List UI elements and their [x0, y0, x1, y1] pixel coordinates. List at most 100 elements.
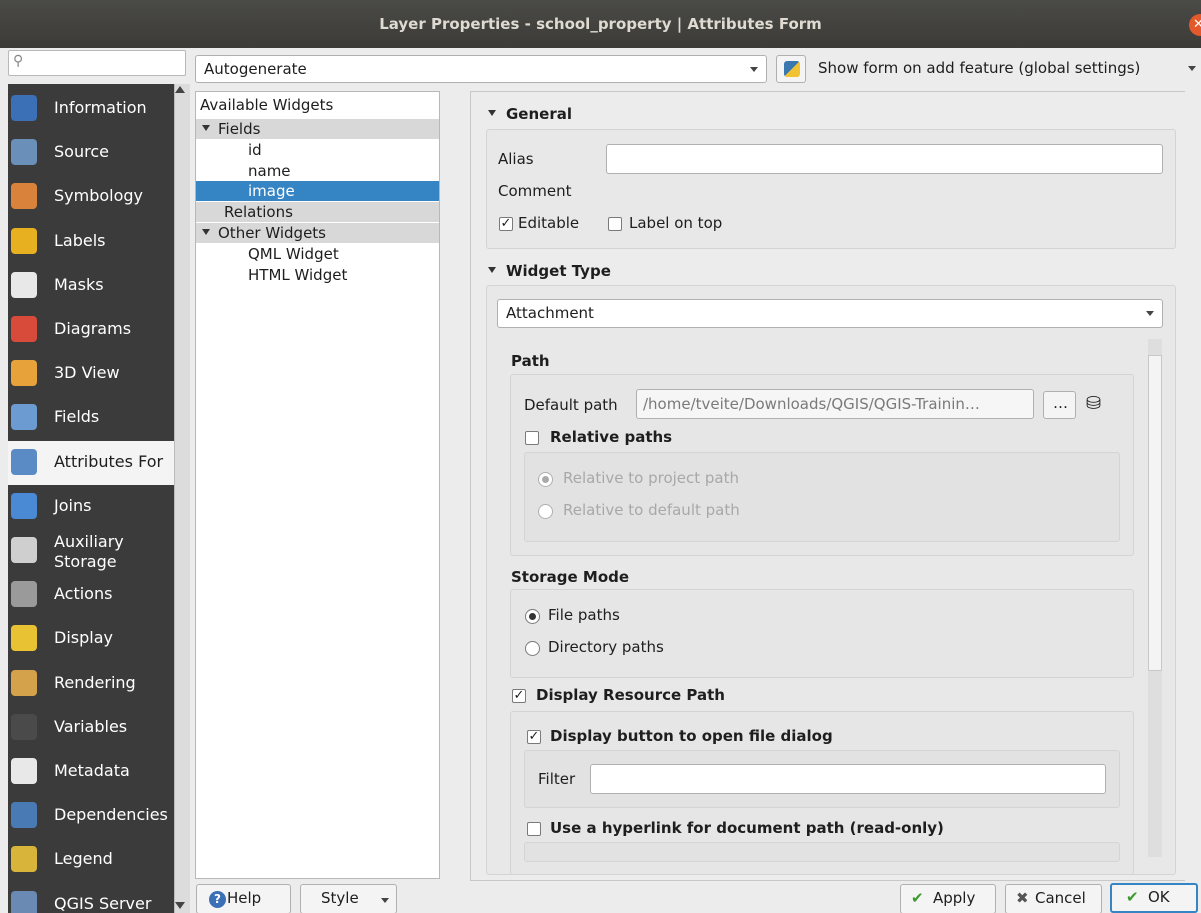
sidebar-item-legend[interactable]: Legend: [8, 838, 174, 882]
alias-input[interactable]: [606, 144, 1163, 174]
sidebar-item-label: Attributes For: [54, 451, 164, 471]
cancel-button[interactable]: ✖ Cancel: [1005, 884, 1102, 913]
general-section-toggle[interactable]: General: [488, 105, 572, 123]
chevron-down-icon: [381, 898, 389, 903]
sidebar-item-display[interactable]: Display: [8, 617, 174, 661]
sidebar-item-rendering[interactable]: Rendering: [8, 662, 174, 706]
storage-mode-group: [510, 589, 1134, 678]
widget-type-section-toggle[interactable]: Widget Type: [488, 262, 611, 280]
relative-project-radio[interactable]: [538, 472, 553, 487]
sidebar-item-actions[interactable]: Actions: [8, 573, 174, 617]
help-button[interactable]: ? Help: [196, 884, 291, 913]
sidebar-item-label: Display: [54, 628, 113, 648]
auxiliary-storage-icon: [11, 537, 37, 563]
sidebar-item-qgis-server[interactable]: QGIS Server: [8, 883, 174, 913]
directory-paths-radio[interactable]: [525, 641, 540, 656]
widget-type-combo[interactable]: Attachment: [497, 299, 1163, 328]
layout-mode-combo[interactable]: Autogenerate: [195, 55, 767, 83]
help-icon: ?: [209, 891, 226, 908]
ok-button[interactable]: ✔ OK: [1110, 883, 1198, 913]
hyperlink-group: [524, 842, 1120, 862]
collapse-arrow-icon[interactable]: [488, 266, 496, 273]
scrollbar-thumb[interactable]: [1148, 355, 1162, 671]
sidebar-item-label: Rendering: [54, 672, 136, 692]
sidebar-item-joins[interactable]: Joins: [8, 485, 174, 529]
display-button-label: Display button to open file dialog: [550, 727, 833, 745]
label-on-top-checkbox[interactable]: [608, 217, 622, 231]
sidebar-item-attributes-form[interactable]: Attributes For: [8, 440, 174, 485]
collapse-arrow-icon[interactable]: [488, 109, 496, 116]
panel-splitter[interactable]: [460, 91, 470, 881]
editable-checkbox[interactable]: ✓: [499, 217, 513, 231]
sidebar-item-label-line1: Auxiliary: [54, 532, 124, 551]
sidebar-scrollbar[interactable]: [174, 84, 190, 913]
sidebar-item-label: Diagrams: [54, 319, 132, 338]
python-icon: [784, 61, 800, 77]
sidebar-item-label: Auxiliary Storage: [54, 532, 124, 572]
style-button[interactable]: Style: [300, 884, 397, 913]
sidebar-item-dependencies[interactable]: Dependencies: [8, 794, 174, 838]
relative-default-radio[interactable]: [538, 504, 553, 519]
ok-label: OK: [1148, 888, 1170, 906]
apply-button[interactable]: ✔ Apply: [900, 884, 996, 913]
editable-label: Editable: [518, 214, 580, 232]
python-init-button[interactable]: [776, 55, 806, 83]
sidebar-item-auxiliary-storage[interactable]: Auxiliary Storage: [8, 529, 174, 573]
qgis-server-icon: [11, 890, 37, 913]
sidebar-item-label: Symbology: [54, 186, 144, 206]
tree-group-relations[interactable]: Relations: [196, 202, 439, 222]
expand-arrow-icon[interactable]: [202, 228, 210, 235]
sidebar-item-variables[interactable]: Variables: [8, 706, 174, 750]
tree-item-name[interactable]: name: [248, 161, 291, 181]
hyperlink-checkbox[interactable]: [527, 822, 541, 836]
path-heading: Path: [511, 352, 550, 370]
sidebar-search-input[interactable]: ⚲: [8, 50, 186, 76]
expand-arrow-icon[interactable]: [202, 124, 210, 131]
sidebar-item-diagrams[interactable]: Diagrams: [8, 308, 174, 352]
config-scrollbar[interactable]: [1185, 91, 1201, 881]
tree-item-html-widget[interactable]: HTML Widget: [248, 265, 347, 285]
default-path-value: /home/tveite/Downloads/QGIS/QGIS-Trainin…: [643, 395, 980, 413]
section-title: Widget Type: [506, 262, 611, 280]
labels-icon: [11, 227, 37, 254]
sidebar-item-source[interactable]: Source: [8, 131, 174, 175]
tree-item-id[interactable]: id: [248, 140, 262, 160]
file-paths-radio[interactable]: [525, 609, 540, 624]
sidebar-item-symbology[interactable]: Symbology: [8, 175, 174, 219]
tree-item-qml-widget[interactable]: QML Widget: [248, 244, 339, 264]
sidebar-item-labels[interactable]: Labels: [8, 220, 174, 264]
tree-group-fields[interactable]: Fields: [196, 119, 439, 139]
apply-label: Apply: [933, 889, 976, 907]
sidebar-item-information[interactable]: Information: [8, 87, 174, 131]
sidebar-item-masks[interactable]: Masks: [8, 264, 174, 308]
sidebar-item-3d-view[interactable]: 3D View: [8, 352, 174, 396]
sidebar-item-label: Legend: [54, 849, 113, 869]
metadata-icon: [11, 758, 37, 784]
display-button-checkbox[interactable]: ✓: [527, 730, 541, 744]
window-title: Layer Properties - school_property | Att…: [379, 15, 822, 33]
checkmark-icon: ✔: [911, 889, 924, 907]
sidebar-item-metadata[interactable]: Metadata: [8, 750, 174, 794]
sidebar-item-label: Source: [54, 142, 109, 162]
default-path-input[interactable]: /home/tveite/Downloads/QGIS/QGIS-Trainin…: [636, 389, 1034, 419]
variables-icon: [11, 713, 37, 740]
tree-group-other-widgets[interactable]: Other Widgets: [196, 223, 439, 243]
scroll-up-arrow-icon[interactable]: [175, 86, 185, 93]
sidebar-item-label: Dependencies: [54, 805, 168, 825]
scroll-down-arrow-icon[interactable]: [175, 902, 185, 909]
cancel-x-icon: ✖: [1016, 889, 1029, 907]
sidebar-item-label: Variables: [54, 716, 128, 736]
relative-paths-checkbox[interactable]: [525, 431, 539, 445]
tree-group-label: Fields: [218, 120, 261, 138]
display-resource-path-checkbox[interactable]: ✓: [512, 689, 526, 703]
filter-input[interactable]: [590, 764, 1106, 794]
symbology-icon: [11, 183, 37, 210]
available-widgets-tree[interactable]: Available Widgets Fields id name image R…: [195, 91, 440, 879]
show-form-combo[interactable]: Show form on add feature (global setting…: [818, 59, 1140, 77]
chevron-down-icon[interactable]: [1188, 66, 1196, 71]
sidebar-item-fields[interactable]: Fields: [8, 396, 174, 440]
expression-menu-icon[interactable]: ⛁: [1086, 393, 1101, 414]
sidebar-item-label-line2: Storage: [54, 552, 117, 571]
browse-path-button[interactable]: …: [1043, 391, 1076, 419]
tree-item-image[interactable]: image: [196, 181, 439, 201]
